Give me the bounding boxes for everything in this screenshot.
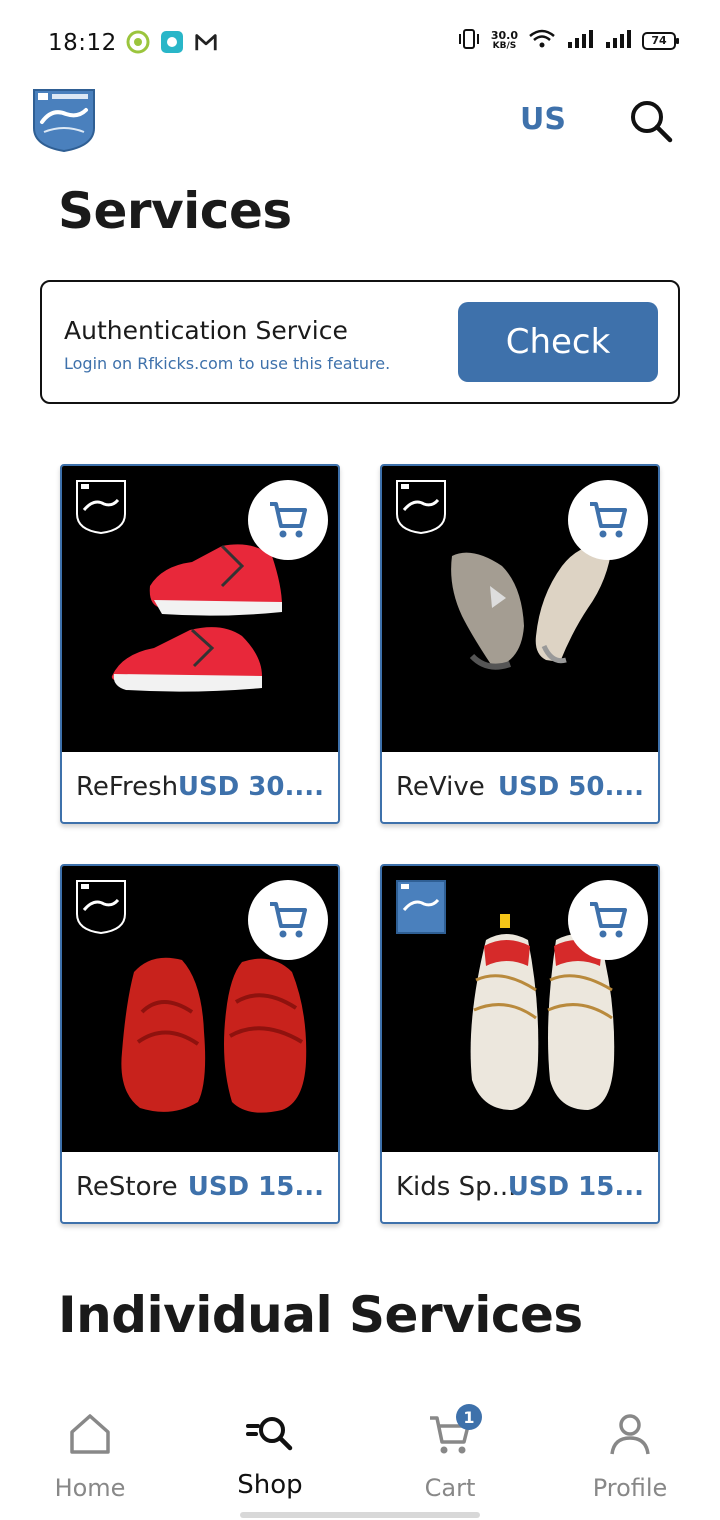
auth-card-title: Authentication Service xyxy=(64,316,348,345)
nav-cart[interactable]: 1 Cart xyxy=(360,1384,540,1520)
product-image[interactable] xyxy=(382,466,658,752)
product-price: USD 15... xyxy=(187,1172,324,1202)
page-title: Services xyxy=(58,182,292,240)
nav-profile-label: Profile xyxy=(592,1474,668,1502)
product-card-revive[interactable]: ReVive USD 50.... xyxy=(380,464,660,824)
brand-badge-icon xyxy=(396,880,446,934)
battery-indicator: 74 xyxy=(642,32,679,50)
product-image[interactable] xyxy=(62,466,338,752)
nav-profile[interactable]: Profile xyxy=(540,1384,720,1520)
system-icons: 30.0 KB/S 74 xyxy=(457,28,679,54)
shoe-image xyxy=(451,544,612,670)
shoe-image xyxy=(121,957,307,1113)
home-icon xyxy=(70,1414,110,1454)
add-to-cart-button[interactable] xyxy=(248,480,328,560)
cart-icon xyxy=(590,502,627,538)
net-speed: 30.0 KB/S xyxy=(491,30,518,52)
nav-home[interactable]: Home xyxy=(0,1384,180,1520)
product-name: ReFresh xyxy=(76,772,179,802)
nav-cart-label: Cart xyxy=(424,1474,476,1502)
authentication-service-card: Authentication Service Login on Rfkicks.… xyxy=(40,280,680,404)
add-to-cart-button[interactable] xyxy=(248,880,328,960)
individual-services-heading: Individual Services xyxy=(58,1286,583,1344)
product-card-refresh[interactable]: ReFresh USD 30.... xyxy=(60,464,340,824)
status-bar: 18:12 30.0 KB/S 74 xyxy=(0,0,720,88)
refresh-kicks-logo[interactable] xyxy=(32,88,96,153)
cart-icon xyxy=(590,902,627,938)
nav-shop-label: Shop xyxy=(237,1470,303,1500)
vibrate-icon xyxy=(457,28,481,54)
cart-icon-wrap: 1 xyxy=(426,1404,482,1458)
cart-icon xyxy=(270,902,307,938)
search-icon[interactable] xyxy=(628,98,674,144)
product-image[interactable] xyxy=(62,866,338,1152)
product-card-restore[interactable]: ReStore USD 15... xyxy=(60,864,340,1224)
product-image[interactable] xyxy=(382,866,658,1152)
check-button[interactable]: Check xyxy=(458,302,658,382)
brand-badge-icon xyxy=(76,880,126,934)
wifi-icon xyxy=(528,28,556,54)
product-price: USD 30.... xyxy=(177,772,324,802)
nav-shop[interactable]: Shop xyxy=(180,1384,360,1520)
home-indicator[interactable] xyxy=(240,1512,480,1518)
notification-icons xyxy=(126,30,218,54)
brand-badge-icon xyxy=(396,480,446,534)
chrome-icon xyxy=(126,30,150,54)
net-speed-unit: KB/S xyxy=(492,41,517,51)
product-price: USD 15... xyxy=(507,1172,644,1202)
add-to-cart-button[interactable] xyxy=(568,480,648,560)
app-header: US xyxy=(0,88,720,156)
signal-icon xyxy=(566,28,594,54)
region-selector[interactable]: US xyxy=(520,102,566,137)
add-to-cart-button[interactable] xyxy=(568,880,648,960)
cart-count-badge: 1 xyxy=(456,1404,482,1430)
profile-icon xyxy=(610,1414,650,1455)
product-name: ReStore xyxy=(76,1172,178,1202)
app-icon xyxy=(160,30,184,54)
bottom-navigation: Home Shop 1 Cart Profile xyxy=(0,1384,720,1520)
nav-home-label: Home xyxy=(54,1474,126,1502)
product-name: ReVive xyxy=(396,772,485,802)
auth-card-subtitle: Login on Rfkicks.com to use this feature… xyxy=(64,354,391,373)
status-time: 18:12 xyxy=(48,30,117,56)
cart-icon xyxy=(270,502,307,538)
net-speed-value: 30.0 xyxy=(490,29,518,42)
gmail-icon xyxy=(194,30,218,54)
signal-icon-2 xyxy=(604,28,632,54)
product-card-kids-sp[interactable]: Kids Sp... USD 15... xyxy=(380,864,660,1224)
shop-search-icon xyxy=(246,1417,293,1451)
product-name: Kids Sp... xyxy=(396,1172,517,1202)
product-price: USD 50.... xyxy=(497,772,644,802)
